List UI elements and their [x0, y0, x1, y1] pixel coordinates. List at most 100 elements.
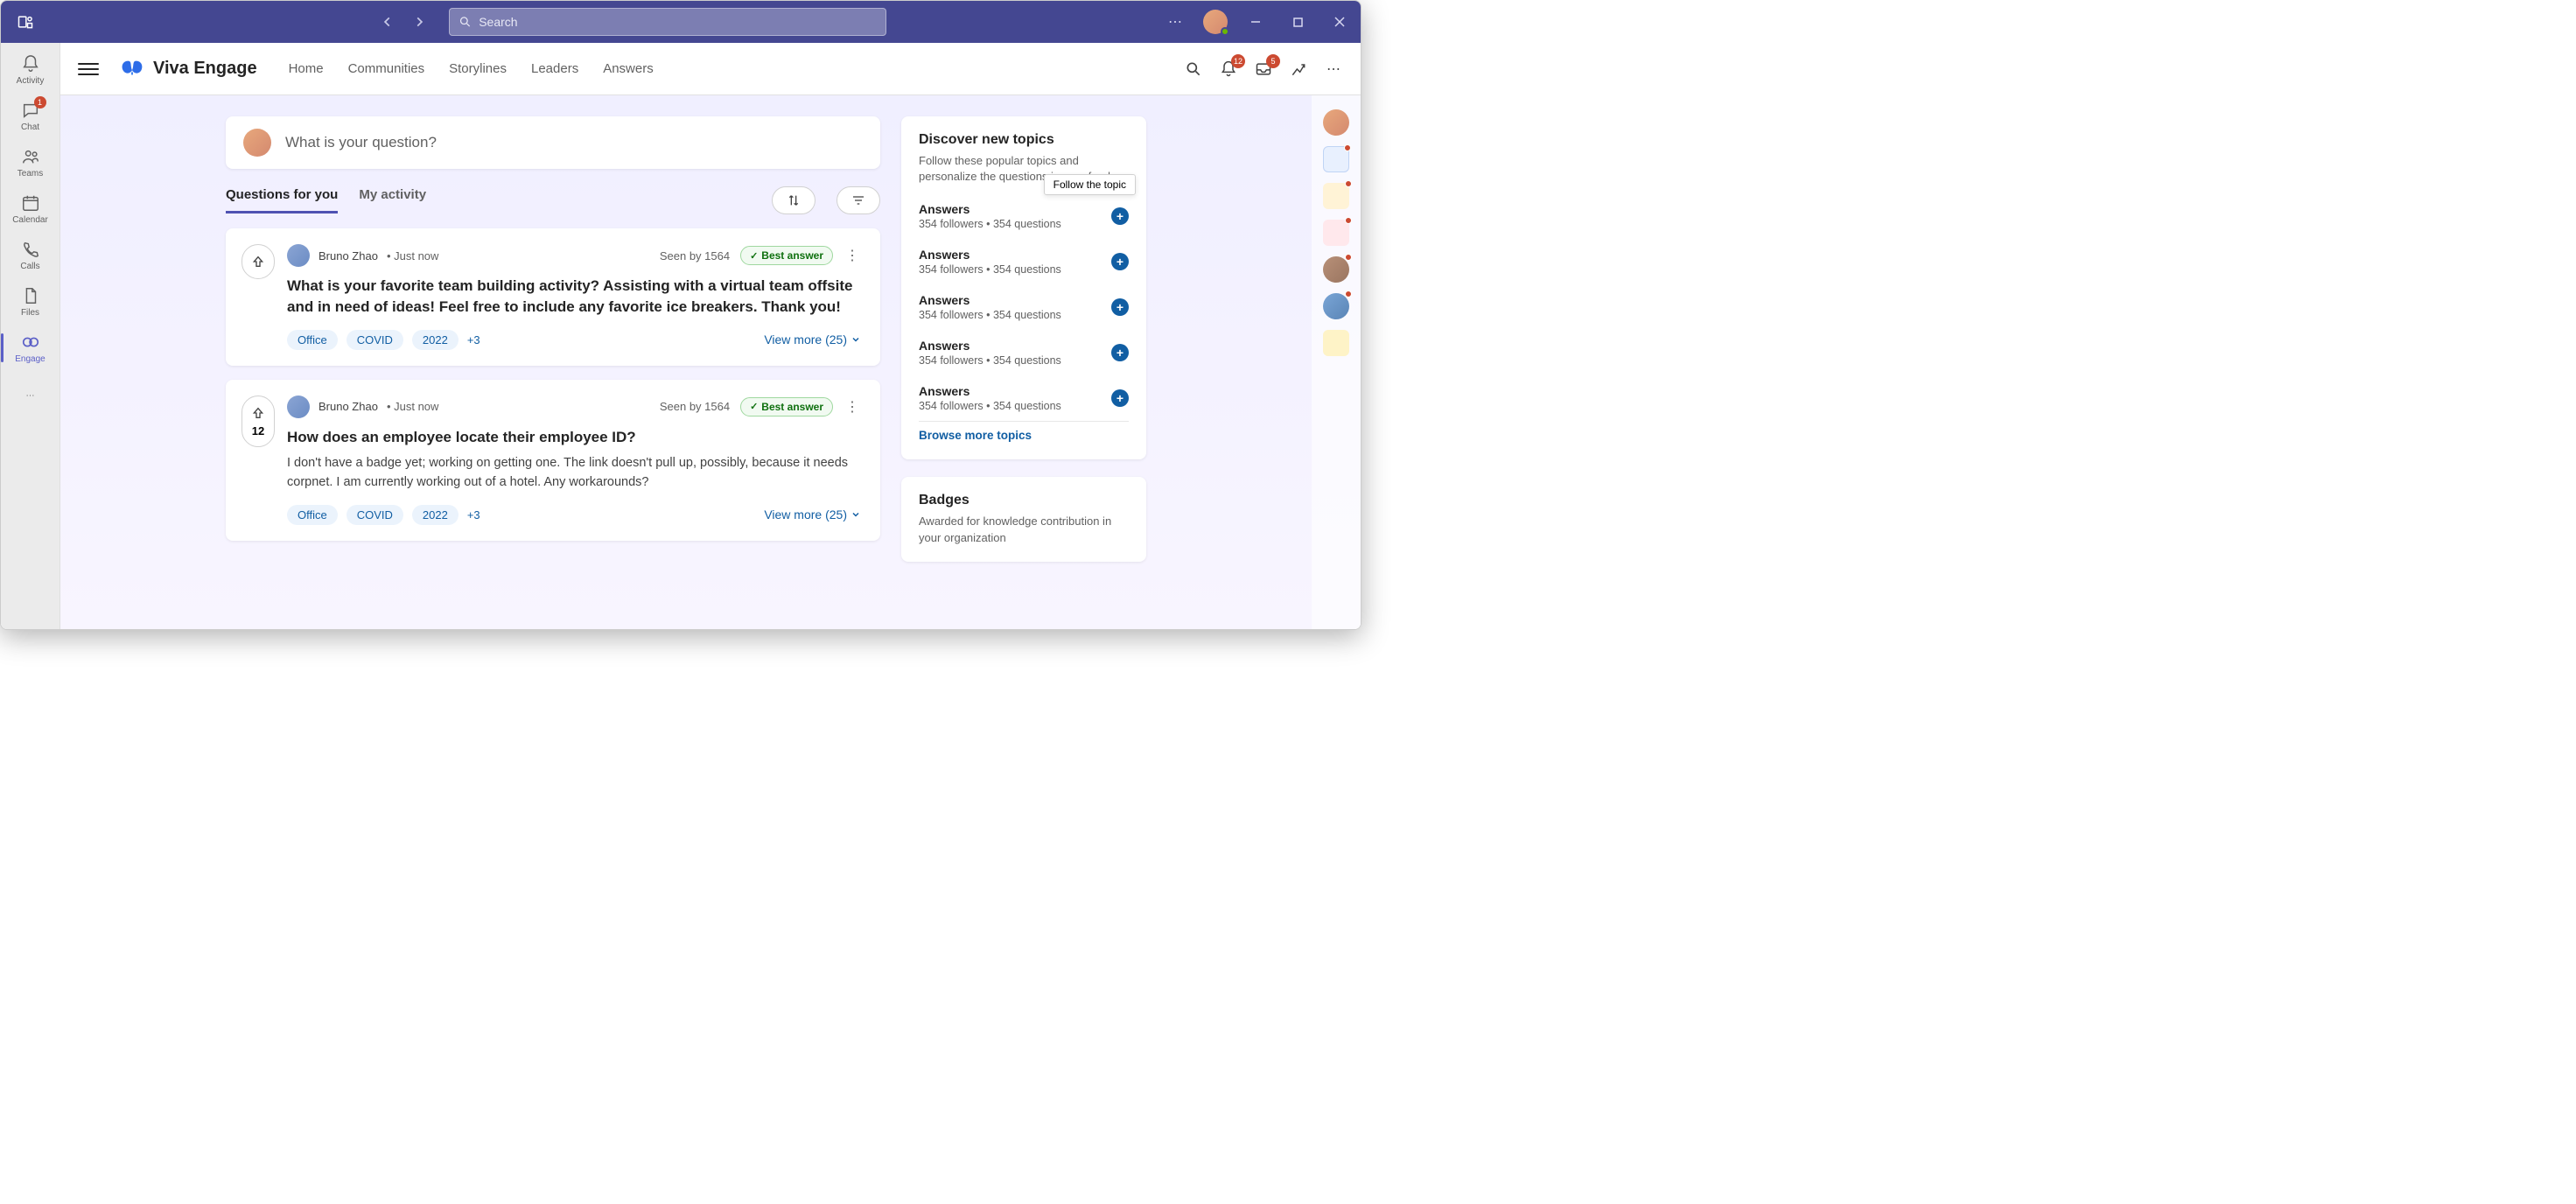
- close-button[interactable]: [1326, 8, 1354, 36]
- topic-name[interactable]: Answers: [919, 202, 1111, 216]
- people-rail-avatar[interactable]: [1323, 256, 1349, 283]
- rail-calendar[interactable]: Calendar: [4, 187, 57, 230]
- filter-button[interactable]: [836, 186, 880, 214]
- people-rail-app[interactable]: [1323, 183, 1349, 209]
- rail-label: Engage: [15, 354, 45, 364]
- browse-more-topics-link[interactable]: Browse more topics: [919, 429, 1032, 442]
- tab-my-activity[interactable]: My activity: [359, 187, 426, 214]
- seen-count: Seen by 1564: [660, 400, 730, 413]
- upvote-button[interactable]: [250, 254, 266, 270]
- rail-engage[interactable]: Engage: [4, 326, 57, 369]
- rail-chat[interactable]: 1 Chat: [4, 94, 57, 137]
- topic-tag[interactable]: 2022: [412, 330, 458, 350]
- follow-topic-button[interactable]: +: [1111, 298, 1129, 316]
- header-analytics-icon[interactable]: [1289, 60, 1308, 79]
- author-avatar[interactable]: [287, 244, 310, 267]
- nav-communities[interactable]: Communities: [348, 61, 425, 76]
- topic-tag[interactable]: 2022: [412, 505, 458, 525]
- badges-card: Badges Awarded for knowledge contributio…: [901, 477, 1146, 561]
- rail-activity[interactable]: Activity: [4, 48, 57, 91]
- people-rail-app[interactable]: [1323, 146, 1349, 172]
- rail-label: Chat: [21, 122, 39, 132]
- composer-placeholder: What is your question?: [285, 134, 437, 151]
- topic-row: Follow the topic Answers 354 followers •…: [919, 193, 1129, 239]
- brand: Viva Engage: [120, 57, 257, 81]
- presence-indicator: [1221, 27, 1229, 36]
- feed-tabs: Questions for you My activity: [226, 186, 880, 214]
- topic-name[interactable]: Answers: [919, 248, 1111, 262]
- sort-button[interactable]: [772, 186, 816, 214]
- topic-tag[interactable]: Office: [287, 330, 338, 350]
- card-overflow-menu[interactable]: ⋮: [844, 247, 861, 264]
- viva-engage-logo-icon: [120, 57, 144, 81]
- bell-icon: [20, 53, 41, 74]
- unread-dot-icon: [1345, 180, 1352, 187]
- people-rail-avatar[interactable]: [1323, 293, 1349, 319]
- follow-topic-button[interactable]: +: [1111, 207, 1129, 225]
- engage-icon: [20, 332, 41, 353]
- question-title[interactable]: How does an employee locate their employ…: [287, 427, 861, 448]
- nav-leaders[interactable]: Leaders: [531, 61, 578, 76]
- people-rail-app[interactable]: [1323, 220, 1349, 246]
- people-rail-app[interactable]: [1323, 330, 1349, 356]
- search-input[interactable]: [479, 15, 877, 29]
- hamburger-menu[interactable]: [78, 59, 99, 80]
- people-rail-avatar[interactable]: [1323, 109, 1349, 136]
- current-user-avatar[interactable]: [1203, 10, 1228, 34]
- header-notifications[interactable]: 12: [1219, 60, 1238, 79]
- vote-control: [242, 244, 275, 279]
- discover-title: Discover new topics: [919, 132, 1129, 148]
- rail-files[interactable]: Files: [4, 280, 57, 323]
- more-tags[interactable]: +3: [467, 508, 480, 522]
- topic-row: Answers 354 followers • 354 questions +: [919, 330, 1129, 375]
- nav-home[interactable]: Home: [289, 61, 324, 76]
- unread-dot-icon: [1344, 144, 1351, 151]
- topic-name[interactable]: Answers: [919, 293, 1111, 307]
- global-search[interactable]: [449, 8, 886, 36]
- question-composer[interactable]: What is your question?: [226, 116, 880, 169]
- best-answer-badge: Best answer: [740, 246, 833, 265]
- header-more[interactable]: ⋯: [1324, 60, 1343, 79]
- rail-teams[interactable]: Teams: [4, 141, 57, 184]
- unread-dot-icon: [1345, 290, 1352, 298]
- tab-questions-for-you[interactable]: Questions for you: [226, 187, 338, 214]
- more-options[interactable]: ⋯: [1161, 8, 1189, 36]
- author-avatar[interactable]: [287, 396, 310, 418]
- view-more-link[interactable]: View more (25): [764, 332, 861, 346]
- best-answer-badge: Best answer: [740, 397, 833, 416]
- topic-tag[interactable]: COVID: [346, 505, 403, 525]
- follow-tooltip: Follow the topic: [1044, 174, 1136, 195]
- nav-storylines[interactable]: Storylines: [449, 61, 507, 76]
- rail-calls[interactable]: Calls: [4, 234, 57, 276]
- maximize-button[interactable]: [1284, 8, 1312, 36]
- author-name[interactable]: Bruno Zhao: [318, 249, 378, 262]
- follow-topic-button[interactable]: +: [1111, 253, 1129, 270]
- more-tags[interactable]: +3: [467, 333, 480, 346]
- topic-row: Answers 354 followers • 354 questions +: [919, 375, 1129, 422]
- view-more-link[interactable]: View more (25): [764, 508, 861, 522]
- follow-topic-button[interactable]: +: [1111, 389, 1129, 407]
- author-name[interactable]: Bruno Zhao: [318, 400, 378, 413]
- topic-name[interactable]: Answers: [919, 384, 1111, 398]
- card-overflow-menu[interactable]: ⋮: [844, 398, 861, 416]
- nav-answers[interactable]: Answers: [603, 61, 654, 76]
- topic-tag[interactable]: COVID: [346, 330, 403, 350]
- rail-more[interactable]: ⋯: [4, 380, 57, 411]
- topic-name[interactable]: Answers: [919, 339, 1111, 353]
- header-search-icon[interactable]: [1184, 60, 1203, 79]
- file-icon: [20, 285, 41, 306]
- upvote-button[interactable]: [250, 405, 266, 421]
- rail-label: Teams: [18, 169, 43, 178]
- question-title[interactable]: What is your favorite team building acti…: [287, 276, 861, 318]
- question-body: I don't have a badge yet; working on get…: [287, 454, 861, 493]
- topic-tag[interactable]: Office: [287, 505, 338, 525]
- minimize-button[interactable]: [1242, 8, 1270, 36]
- topic-meta: 354 followers • 354 questions: [919, 309, 1111, 321]
- forward-button[interactable]: [407, 10, 431, 34]
- follow-topic-button[interactable]: +: [1111, 344, 1129, 361]
- back-button[interactable]: [375, 10, 400, 34]
- inbox-badge: 5: [1266, 54, 1280, 68]
- post-time: • Just now: [387, 249, 438, 262]
- header-inbox[interactable]: 5: [1254, 60, 1273, 79]
- topic-row: Answers 354 followers • 354 questions +: [919, 239, 1129, 284]
